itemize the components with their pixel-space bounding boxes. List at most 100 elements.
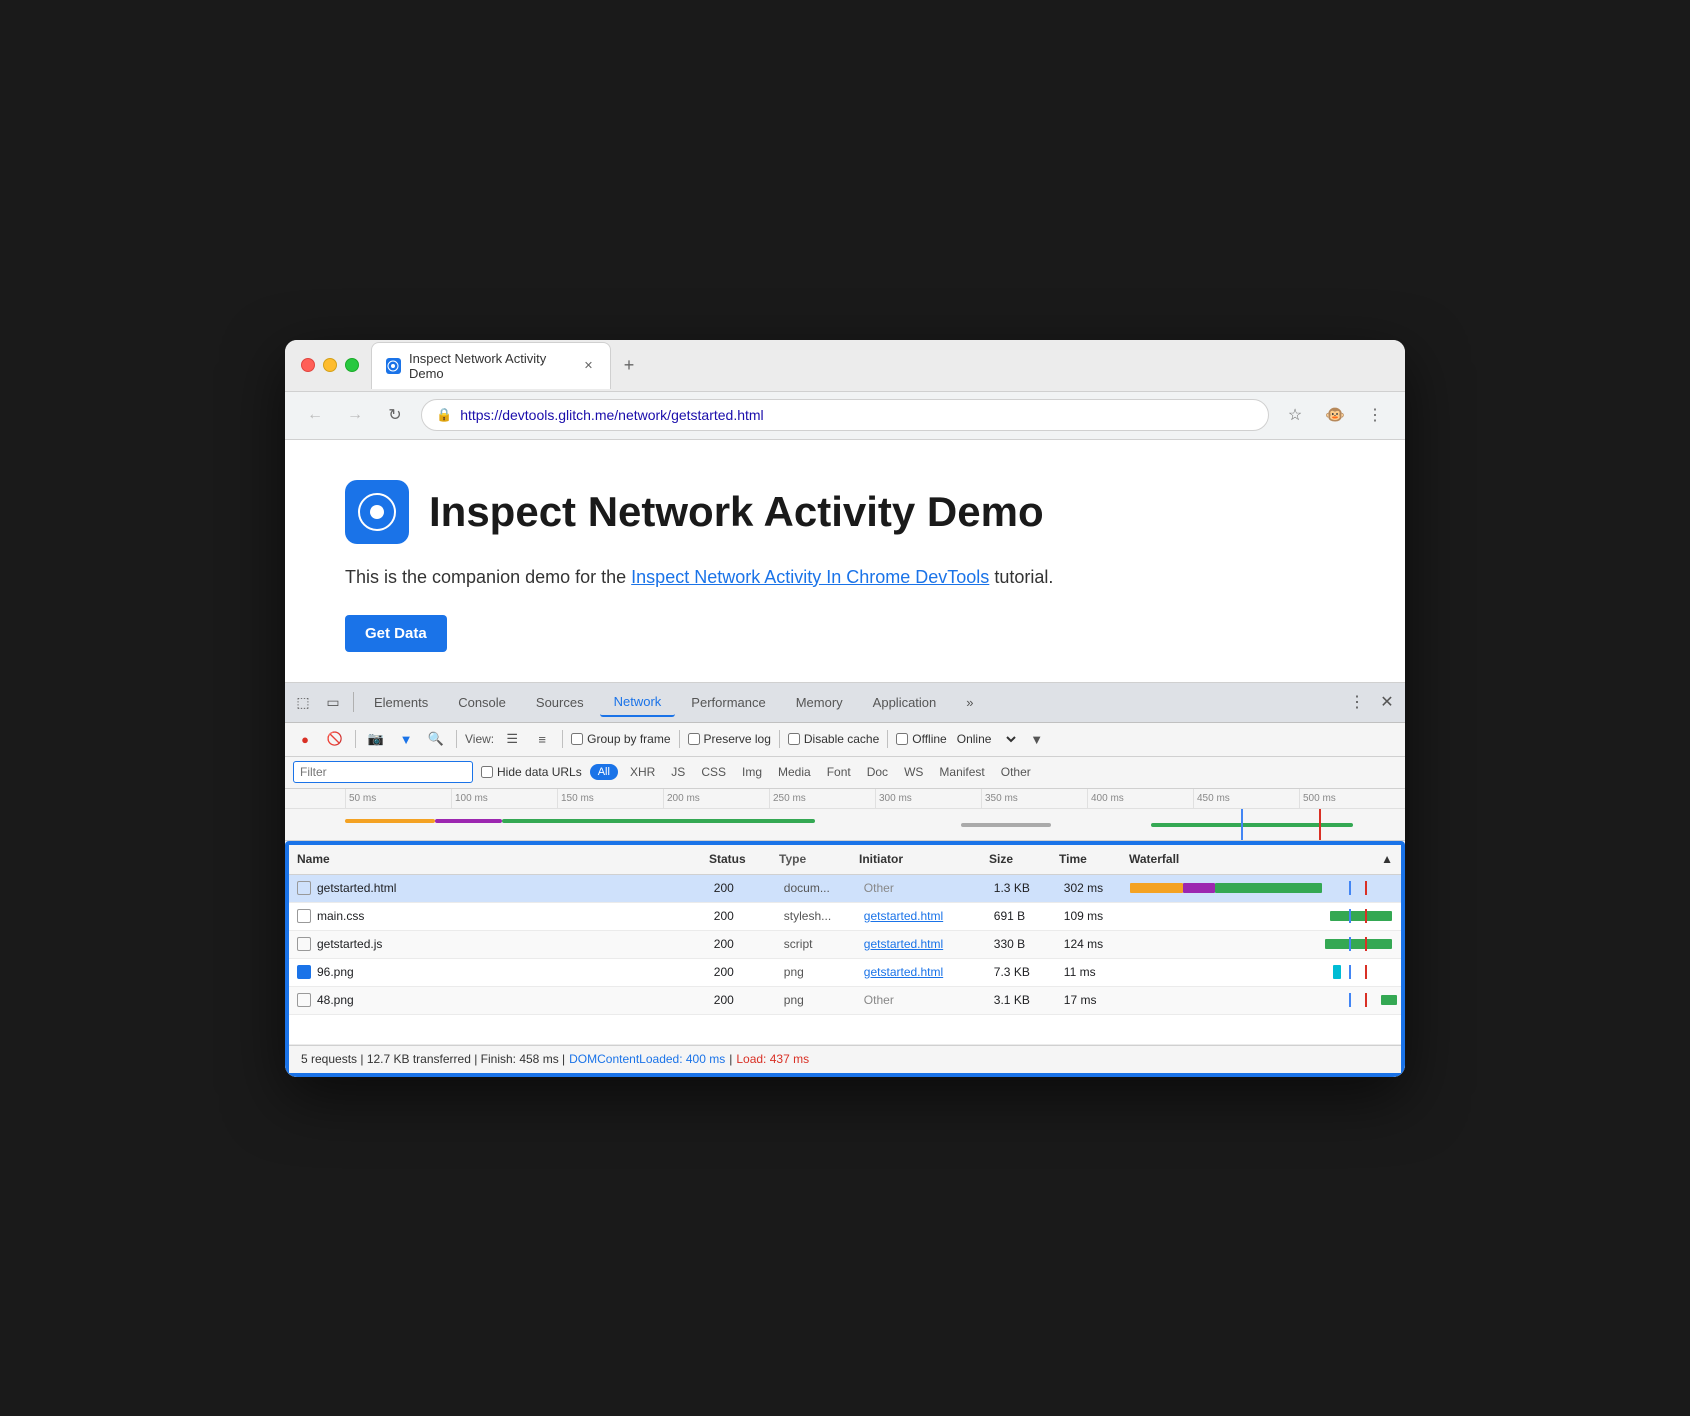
throttle-select[interactable]: Online Slow 3G Fast 3G (953, 731, 1019, 747)
tab-performance[interactable]: Performance (677, 689, 779, 716)
tab-close-button[interactable]: ✕ (581, 358, 596, 374)
offline-checkbox[interactable]: Offline (896, 732, 946, 746)
tick-300ms: 300 ms (875, 789, 981, 808)
filter-ws[interactable]: WS (900, 763, 927, 781)
forward-button[interactable]: → (341, 401, 369, 429)
page-content: Inspect Network Activity Demo This is th… (285, 440, 1405, 682)
preserve-log-checkbox[interactable]: Preserve log (688, 732, 771, 746)
col-header-type[interactable]: Type (771, 852, 851, 866)
toolbar-separator-4 (679, 730, 680, 748)
devtools-close-button[interactable]: ✕ (1373, 688, 1401, 716)
status-separator: | (729, 1052, 732, 1066)
inspect-element-icon[interactable]: ⬚ (289, 688, 317, 716)
row-waterfall (1126, 903, 1401, 930)
search-button[interactable]: 🔍 (424, 727, 448, 751)
devtools-panel: ⬚ ▭ Elements Console Sources Network Per… (285, 682, 1405, 1077)
device-toolbar-icon[interactable]: ▭ (319, 688, 347, 716)
group-by-frame-checkbox[interactable]: Group by frame (571, 732, 670, 746)
page-subtitle: This is the companion demo for the Inspe… (345, 564, 1345, 591)
toolbar-separator-6 (887, 730, 888, 748)
hide-data-urls-checkbox[interactable]: Hide data URLs (481, 765, 582, 779)
filter-css[interactable]: CSS (697, 763, 730, 781)
row-name: main.css (289, 909, 706, 923)
tab-memory[interactable]: Memory (782, 689, 857, 716)
close-button[interactable] (301, 358, 315, 372)
tick-100ms: 100 ms (451, 789, 557, 808)
row-initiator[interactable]: getstarted.html (856, 965, 986, 979)
tab-favicon (386, 358, 401, 374)
record-button[interactable]: ● (293, 727, 317, 751)
network-toolbar: ● 🚫 📷 ▼ 🔍 View: ☰ ≡ Group by frame Prese… (285, 723, 1405, 757)
file-icon (297, 881, 311, 895)
toolbar-separator-3 (562, 730, 563, 748)
row-waterfall (1126, 875, 1401, 902)
back-button[interactable]: ← (301, 401, 329, 429)
active-tab[interactable]: Inspect Network Activity Demo ✕ (371, 342, 611, 389)
filter-js[interactable]: JS (667, 763, 689, 781)
table-row[interactable]: 48.png 200 png Other 3.1 KB 17 ms (289, 987, 1401, 1015)
tab-console[interactable]: Console (444, 689, 520, 716)
maximize-button[interactable] (345, 358, 359, 372)
col-header-name[interactable]: Name (289, 852, 701, 866)
view-label: View: (465, 732, 494, 746)
tab-elements[interactable]: Elements (360, 689, 442, 716)
menu-button[interactable]: ⋮ (1361, 401, 1389, 429)
row-type: stylesh... (776, 909, 856, 923)
filter-input[interactable] (293, 761, 473, 783)
row-initiator[interactable]: getstarted.html (856, 909, 986, 923)
col-header-waterfall[interactable]: Waterfall ▲ (1121, 845, 1401, 874)
filter-xhr[interactable]: XHR (626, 763, 659, 781)
filter-button[interactable]: ▼ (394, 727, 418, 751)
tab-network[interactable]: Network (600, 688, 676, 717)
table-row[interactable]: main.css 200 stylesh... getstarted.html … (289, 903, 1401, 931)
row-time: 124 ms (1056, 937, 1126, 951)
table-row[interactable]: getstarted.html 200 docum... Other 1.3 K… (289, 875, 1401, 903)
get-data-button[interactable]: Get Data (345, 615, 447, 652)
url-bar[interactable]: 🔒 https://devtools.glitch.me/network/get… (421, 399, 1269, 431)
profile-avatar[interactable]: 🐵 (1321, 401, 1349, 429)
row-initiator[interactable]: getstarted.html (856, 937, 986, 951)
toolbar-separator-1 (355, 730, 356, 748)
file-icon (297, 993, 311, 1007)
filter-all-chip[interactable]: All (590, 764, 618, 780)
row-type: png (776, 965, 856, 979)
minimize-button[interactable] (323, 358, 337, 372)
devtools-link[interactable]: Inspect Network Activity In Chrome DevTo… (631, 567, 989, 587)
table-row[interactable]: getstarted.js 200 script getstarted.html… (289, 931, 1401, 959)
disable-cache-checkbox[interactable]: Disable cache (788, 732, 879, 746)
tab-application[interactable]: Application (859, 689, 951, 716)
devtools-tabs: ⬚ ▭ Elements Console Sources Network Per… (285, 683, 1405, 723)
throttle-arrow[interactable]: ▼ (1025, 727, 1049, 751)
bookmark-button[interactable]: ☆ (1281, 401, 1309, 429)
address-bar: ← → ↻ 🔒 https://devtools.glitch.me/netwo… (285, 392, 1405, 440)
toolbar-separator-2 (456, 730, 457, 748)
tab-bar: Inspect Network Activity Demo ✕ + (371, 342, 1389, 389)
filter-img[interactable]: Img (738, 763, 766, 781)
filter-media[interactable]: Media (774, 763, 815, 781)
filter-doc[interactable]: Doc (863, 763, 892, 781)
filter-font[interactable]: Font (823, 763, 855, 781)
new-tab-button[interactable]: + (615, 351, 643, 379)
list-view-button[interactable]: ☰ (500, 727, 524, 751)
tree-view-button[interactable]: ≡ (530, 727, 554, 751)
col-header-time[interactable]: Time (1051, 852, 1121, 866)
row-type: docum... (776, 881, 856, 895)
row-initiator: Other (856, 993, 986, 1007)
col-header-initiator[interactable]: Initiator (851, 852, 981, 866)
tab-more[interactable]: » (952, 689, 987, 716)
col-header-status[interactable]: Status (701, 852, 771, 866)
col-header-size[interactable]: Size (981, 852, 1051, 866)
timeline-ticks: 50 ms 100 ms 150 ms 200 ms 250 ms 300 ms… (285, 789, 1405, 809)
devtools-more-button[interactable]: ⋮ (1343, 688, 1371, 716)
screenshot-button[interactable]: 📷 (364, 727, 388, 751)
table-header: Name Status Type Initiator Size Time Wat… (289, 845, 1401, 875)
tab-sources[interactable]: Sources (522, 689, 598, 716)
tick-400ms: 400 ms (1087, 789, 1193, 808)
filter-other[interactable]: Other (997, 763, 1035, 781)
table-row[interactable]: 96.png 200 png getstarted.html 7.3 KB 11… (289, 959, 1401, 987)
tick-50ms: 50 ms (345, 789, 451, 808)
row-status: 200 (706, 993, 776, 1007)
clear-button[interactable]: 🚫 (323, 727, 347, 751)
refresh-button[interactable]: ↻ (381, 401, 409, 429)
filter-manifest[interactable]: Manifest (935, 763, 988, 781)
